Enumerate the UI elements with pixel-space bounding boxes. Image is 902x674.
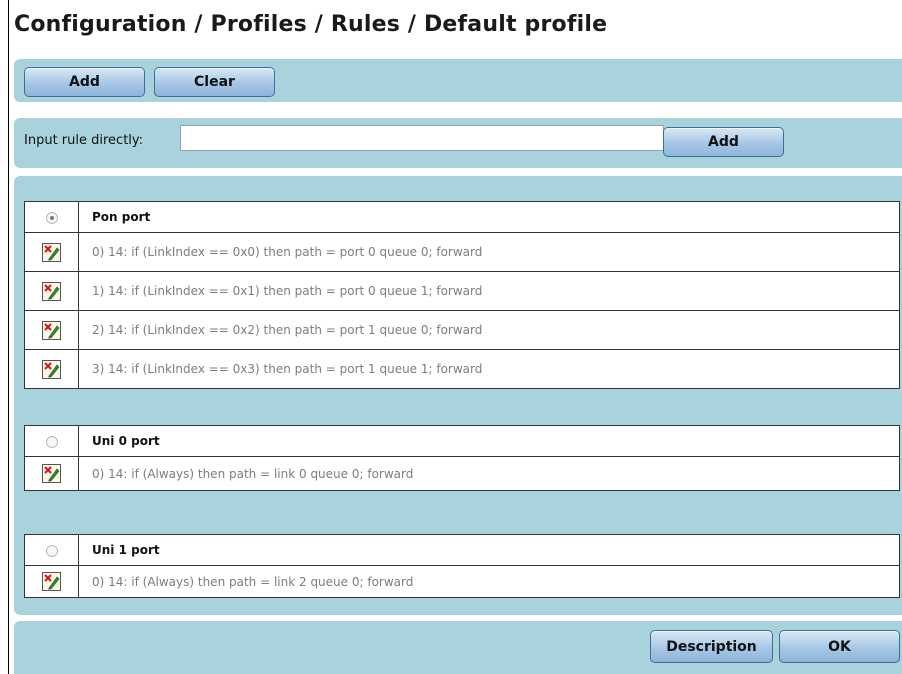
toolbar-panel: Add Clear [14,59,902,102]
rule-text-cell: 0) 14: if (Always) then path = link 0 qu… [78,456,900,491]
rule-row: 3) 14: if (LinkIndex == 0x3) then path =… [24,349,900,389]
rule-text: 3) 14: if (LinkIndex == 0x3) then path =… [92,362,483,376]
rule-text-cell: 0) 14: if (Always) then path = link 2 qu… [78,565,900,598]
clear-button[interactable]: Clear [154,67,275,97]
add-button[interactable]: Add [24,67,145,97]
rule-edit-cell[interactable] [24,565,79,598]
rule-row: 2) 14: if (LinkIndex == 0x2) then path =… [24,310,900,350]
port-header-row: Uni 1 port [24,534,900,566]
port-select-cell[interactable] [24,534,79,566]
port-select-cell[interactable] [24,425,79,457]
port-name-cell: Uni 0 port [78,425,900,457]
port-name: Uni 0 port [92,434,160,448]
rule-text: 2) 14: if (LinkIndex == 0x2) then path =… [92,323,483,337]
uni0-port-table: Uni 0 port 0) 14: if (Always) then path … [24,425,900,491]
port-header-row: Pon port [24,201,900,233]
port-name: Pon port [92,210,151,224]
rule-text-cell: 0) 14: if (LinkIndex == 0x0) then path =… [78,232,900,272]
uni1-port-table: Uni 1 port 0) 14: if (Always) then path … [24,534,900,598]
edit-rule-icon[interactable] [42,572,61,591]
edit-rule-icon[interactable] [42,359,61,379]
add-rule-button[interactable]: Add [663,127,784,157]
port-name: Uni 1 port [92,543,160,557]
rule-edit-cell[interactable] [24,271,79,311]
radio-icon[interactable] [45,211,58,224]
rule-row: 0) 14: if (Always) then path = link 0 qu… [24,456,900,491]
ok-button[interactable]: OK [779,630,900,663]
rule-text-cell: 2) 14: if (LinkIndex == 0x2) then path =… [78,310,900,350]
rules-panel: Pon port 0) 14: if (LinkIndex == 0x0) th… [14,176,902,615]
port-name-cell: Pon port [78,201,900,233]
edit-rule-icon[interactable] [42,281,61,301]
pon-port-table: Pon port 0) 14: if (LinkIndex == 0x0) th… [24,201,900,389]
rule-input[interactable] [180,125,664,151]
description-button[interactable]: Description [650,630,773,663]
port-header-row: Uni 0 port [24,425,900,457]
footer-panel: Description OK [14,621,902,674]
page-left-border [8,0,9,674]
rule-text-cell: 1) 14: if (LinkIndex == 0x1) then path =… [78,271,900,311]
rule-edit-cell[interactable] [24,310,79,350]
rule-edit-cell[interactable] [24,349,79,389]
rule-edit-cell[interactable] [24,456,79,491]
edit-rule-icon[interactable] [42,320,61,340]
input-rule-label: Input rule directly: [24,133,144,148]
rule-text: 0) 14: if (Always) then path = link 0 qu… [92,466,414,481]
radio-icon[interactable] [45,435,58,448]
radio-icon[interactable] [45,544,58,557]
port-name-cell: Uni 1 port [78,534,900,566]
edit-rule-icon[interactable] [42,242,61,262]
input-rule-panel: Input rule directly: Add [14,118,902,168]
rule-edit-cell[interactable] [24,232,79,272]
rule-row: 0) 14: if (Always) then path = link 2 qu… [24,565,900,598]
port-select-cell[interactable] [24,201,79,233]
page-title: Configuration / Profiles / Rules / Defau… [14,12,608,37]
rule-row: 1) 14: if (LinkIndex == 0x1) then path =… [24,271,900,311]
rule-text-cell: 3) 14: if (LinkIndex == 0x3) then path =… [78,349,900,389]
edit-rule-icon[interactable] [42,464,61,483]
rule-text: 1) 14: if (LinkIndex == 0x1) then path =… [92,284,483,298]
rule-row: 0) 14: if (LinkIndex == 0x0) then path =… [24,232,900,272]
rule-text: 0) 14: if (LinkIndex == 0x0) then path =… [92,245,483,259]
rule-text: 0) 14: if (Always) then path = link 2 qu… [92,574,414,589]
